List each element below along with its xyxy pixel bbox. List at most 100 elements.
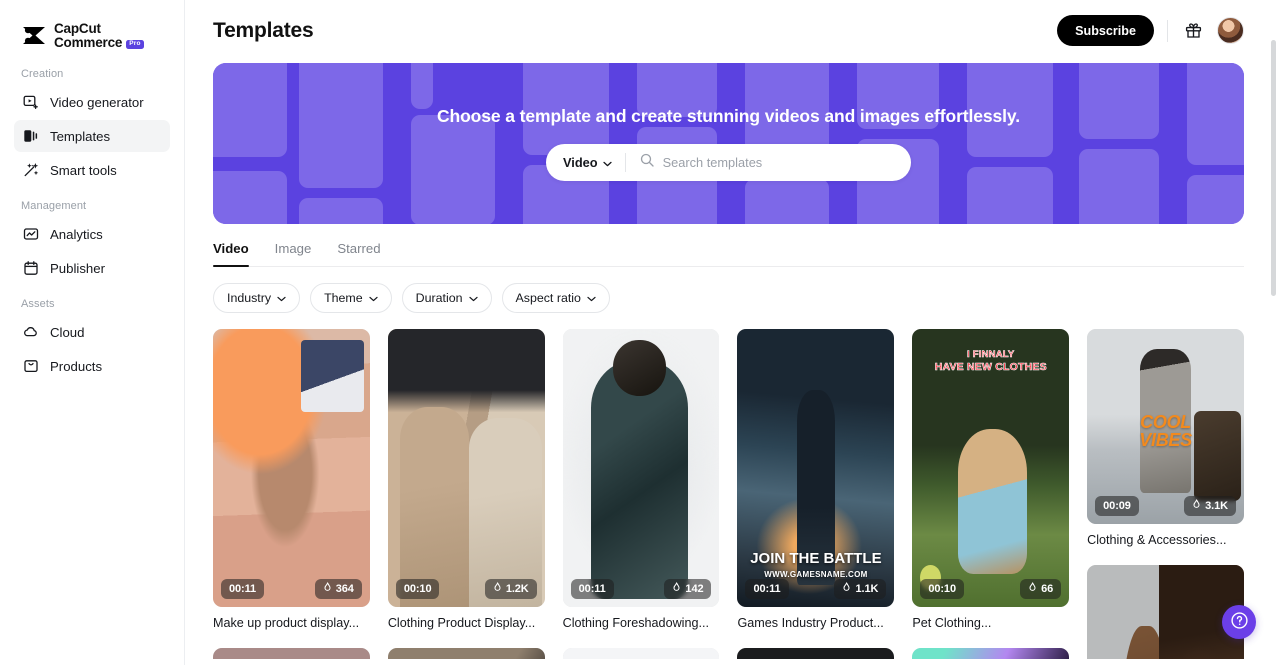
usage-count: 66 [1041,583,1054,595]
app-logo[interactable]: CapCut Commerce Pro [14,0,170,54]
template-title: Clothing Product Display... [387,616,536,630]
template-thumbnail: COOL VIBES 00:09 3.1K [1087,329,1244,524]
calendar-icon [23,260,39,276]
thumbnail-art [1087,329,1244,524]
avatar[interactable] [1217,17,1244,44]
filter-bar: Industry Theme Duration Aspect ratio [213,283,1244,313]
thumbnail-art [737,648,895,659]
duration-value: 00:11 [229,583,257,595]
grid-column: 00:10 1.2K Clothing Product Display... [387,329,545,659]
main-content: Templates Subscribe Choose a template an… [185,0,1280,665]
template-title: Clothing Foreshadowing... [562,616,709,630]
duration-badge: 00:11 [745,579,789,599]
templates-icon [23,128,39,144]
sidebar-item-templates[interactable]: Templates [14,120,170,152]
sidebar-item-publisher[interactable]: Publisher [14,252,170,284]
sidebar-item-label: Analytics [50,226,103,242]
template-card[interactable] [737,648,895,659]
topbar: Templates Subscribe [185,0,1280,61]
hero-title: Choose a template and create stunning vi… [436,106,1021,126]
template-card[interactable]: COOL VIBES 00:09 3.1K Clothing & Accesso… [1087,329,1244,547]
sidebar-section-management-label: Management [21,200,87,212]
help-button[interactable] [1222,605,1256,639]
template-title: Make up product display... [213,616,360,630]
topbar-actions: Subscribe [1057,15,1244,46]
content-tabs: Video Image Starred [213,224,1244,267]
sidebar-item-label: Smart tools [50,162,117,178]
usage-count: 1.2K [505,583,529,595]
scrollbar-thumb[interactable] [1271,40,1276,296]
template-thumbnail: 00:11 142 [562,329,720,607]
filter-duration[interactable]: Duration [401,283,492,313]
sidebar-item-products[interactable]: Products [14,350,170,382]
template-card[interactable] [562,648,720,659]
page-title: Templates [213,18,314,42]
chevron-down-icon [468,291,478,305]
duration-badge: 00:11 [570,579,614,599]
cloud-icon [23,324,39,340]
thumbnail-art [387,648,545,659]
template-grid-scroll[interactable]: 00:11 364 Make up product display... 00:… [213,329,1244,659]
flame-icon [493,582,502,596]
thumbnail-art [387,329,545,607]
capcut-logo-icon [21,25,47,46]
template-card[interactable]: I FINNALY HAVE NEW CLOTHES 00:10 66 Pet … [912,329,1070,630]
template-thumbnail: I FINNALY HAVE NEW CLOTHES 00:10 66 [912,329,1070,607]
filter-industry[interactable]: Industry [213,283,301,313]
subscribe-button[interactable]: Subscribe [1057,15,1154,46]
duration-value: 00:10 [403,583,432,595]
filter-label: Duration [415,291,463,305]
sidebar-section-creation-label: Creation [21,68,64,80]
template-card[interactable] [1087,565,1244,659]
grid-column: 00:11 364 Make up product display... [213,329,370,659]
template-thumbnail [213,648,370,659]
sidebar-item-label: Publisher [50,260,105,276]
gift-icon[interactable] [1181,19,1205,43]
search-input[interactable] [662,155,897,170]
filter-label: Theme [324,291,363,305]
template-card[interactable]: JOIN THE BATTLE WWW.GAMESNAME.COM 00:11 … [737,329,895,630]
duration-badge: 00:09 [1095,496,1139,516]
search-type-value: Video [563,155,598,170]
template-card[interactable]: 00:11 364 Make up product display... [213,329,370,630]
template-card[interactable]: 00:11 142 Clothing Foreshadowing... [562,329,720,630]
flame-icon [1192,499,1201,513]
sidebar-item-analytics[interactable]: Analytics [14,218,170,250]
chevron-down-icon [369,291,378,305]
usage-badge: 142 [664,579,712,599]
tab-starred[interactable]: Starred [337,237,380,266]
usage-badge: 66 [1020,579,1062,599]
usage-count: 364 [335,583,354,595]
filter-label: Industry [227,291,272,305]
template-card[interactable] [387,648,545,659]
tab-image[interactable]: Image [275,237,312,266]
template-card[interactable]: 00:10 1.2K Clothing Product Display... [387,329,545,630]
template-thumbnail [387,648,545,659]
template-card[interactable] [213,648,370,659]
grid-column: I FINNALY HAVE NEW CLOTHES 00:10 66 Pet … [912,329,1070,659]
template-thumbnail [912,648,1070,659]
template-title: Clothing & Accessories... [1087,533,1227,547]
flame-icon [842,582,851,596]
flame-icon [323,582,332,596]
template-thumbnail [737,648,895,659]
thumbnail-art [213,329,370,607]
thumbnail-art [1087,565,1244,659]
sidebar-item-smart-tools[interactable]: Smart tools [14,154,170,186]
flame-icon [672,582,681,596]
sidebar-item-video-generator[interactable]: Video generator [14,86,170,118]
scrollbar-track[interactable] [1271,40,1276,640]
template-thumbnail [1087,565,1244,659]
search-type-dropdown[interactable]: Video [546,144,625,181]
tab-video[interactable]: Video [213,237,249,267]
template-card[interactable] [912,648,1070,659]
search-field-wrap [626,153,911,172]
sidebar-item-label: Products [50,358,103,374]
filter-theme[interactable]: Theme [310,283,392,313]
duration-value: 00:11 [753,583,781,595]
chevron-down-icon [587,291,596,305]
pro-badge: Pro [126,39,144,50]
usage-badge: 1.1K [834,579,887,599]
filter-aspect-ratio[interactable]: Aspect ratio [501,283,610,313]
sidebar-item-cloud[interactable]: Cloud [14,316,170,348]
